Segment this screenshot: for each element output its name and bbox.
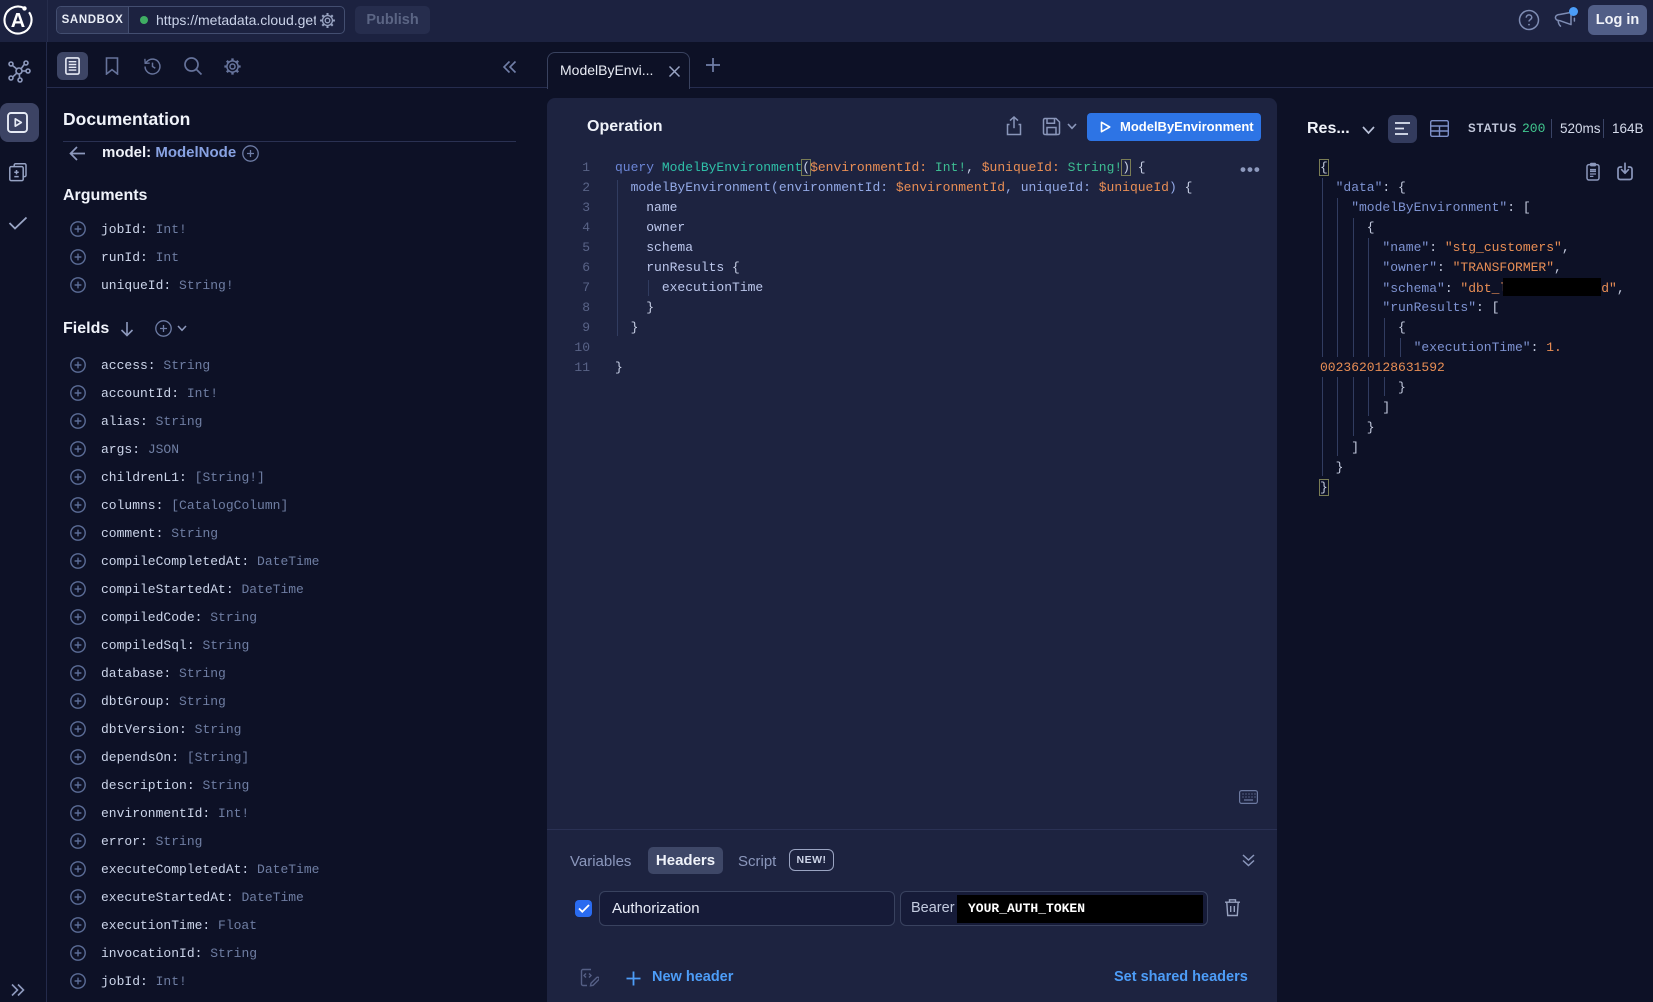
svg-text:A: A <box>11 10 25 32</box>
